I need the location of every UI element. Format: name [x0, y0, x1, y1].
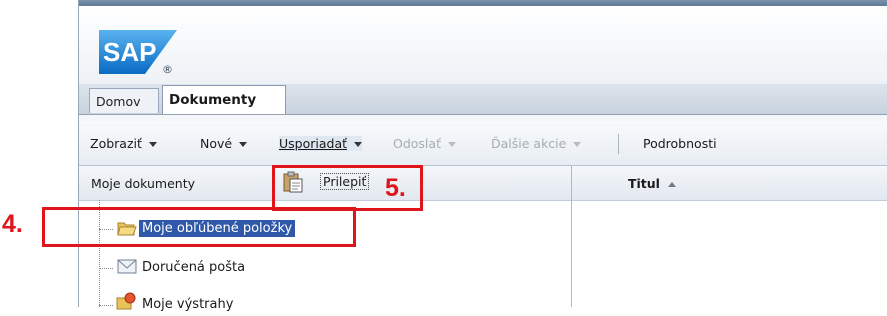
tab-domov[interactable]: Domov [89, 88, 159, 113]
tab-dokumenty[interactable]: Dokumenty [162, 85, 286, 114]
tab-bar: Domov Dokumenty [79, 84, 887, 115]
document-list-pane: Titul [572, 166, 887, 307]
tree-connector [99, 268, 113, 269]
tree-item-label: Doručená pošta [142, 260, 246, 275]
send-menu-label: Odoslať [393, 136, 441, 151]
view-menu-label: Zobraziť [90, 136, 142, 151]
organize-menu-label: Usporiadať [279, 136, 348, 151]
organize-menu-button[interactable]: Usporiadať [279, 136, 363, 151]
new-menu-button[interactable]: Nové [200, 136, 248, 151]
chevron-down-icon [447, 142, 456, 147]
tree-item-label: Moje výstrahy [142, 297, 234, 312]
registered-mark: ® [162, 63, 173, 74]
my-documents-title: Moje dokumenty [91, 176, 196, 191]
chevron-down-icon [573, 142, 582, 147]
annotation-step-4: 4. [2, 210, 23, 238]
sap-logo-text: SAP [103, 37, 156, 67]
sap-logo: SAP ® [99, 30, 177, 74]
chevron-down-icon [239, 142, 248, 147]
title-column-label: Titul [628, 176, 660, 191]
alerts-icon [116, 292, 136, 310]
toolbar: Zobraziť Nové Usporiadať Odoslať Ďalšie … [79, 121, 887, 166]
chevron-down-icon [354, 142, 363, 147]
new-menu-label: Nové [200, 136, 233, 151]
inbox-icon [117, 259, 137, 274]
details-button[interactable]: Podrobnosti [643, 136, 717, 151]
annotation-step-5: 5. [385, 174, 406, 202]
header: SAP ® [79, 6, 887, 84]
sap-window: SAP ® Domov Dokumenty Zobraziť Nové Uspo… [78, 0, 887, 312]
more-actions-label: Ďalšie akcie [491, 136, 567, 151]
view-menu-button[interactable]: Zobraziť [90, 136, 157, 151]
more-actions-menu-button[interactable]: Ďalšie akcie [491, 136, 582, 151]
document-list-header: Titul [572, 166, 887, 201]
send-menu-button[interactable]: Odoslať [393, 136, 456, 151]
title-column-header[interactable]: Titul [628, 176, 676, 191]
sort-ascending-icon [667, 182, 676, 187]
chevron-down-icon [148, 142, 157, 147]
toolbar-divider [618, 134, 619, 154]
annotation-highlight-favorites [42, 207, 356, 247]
tree-connector [99, 305, 113, 306]
